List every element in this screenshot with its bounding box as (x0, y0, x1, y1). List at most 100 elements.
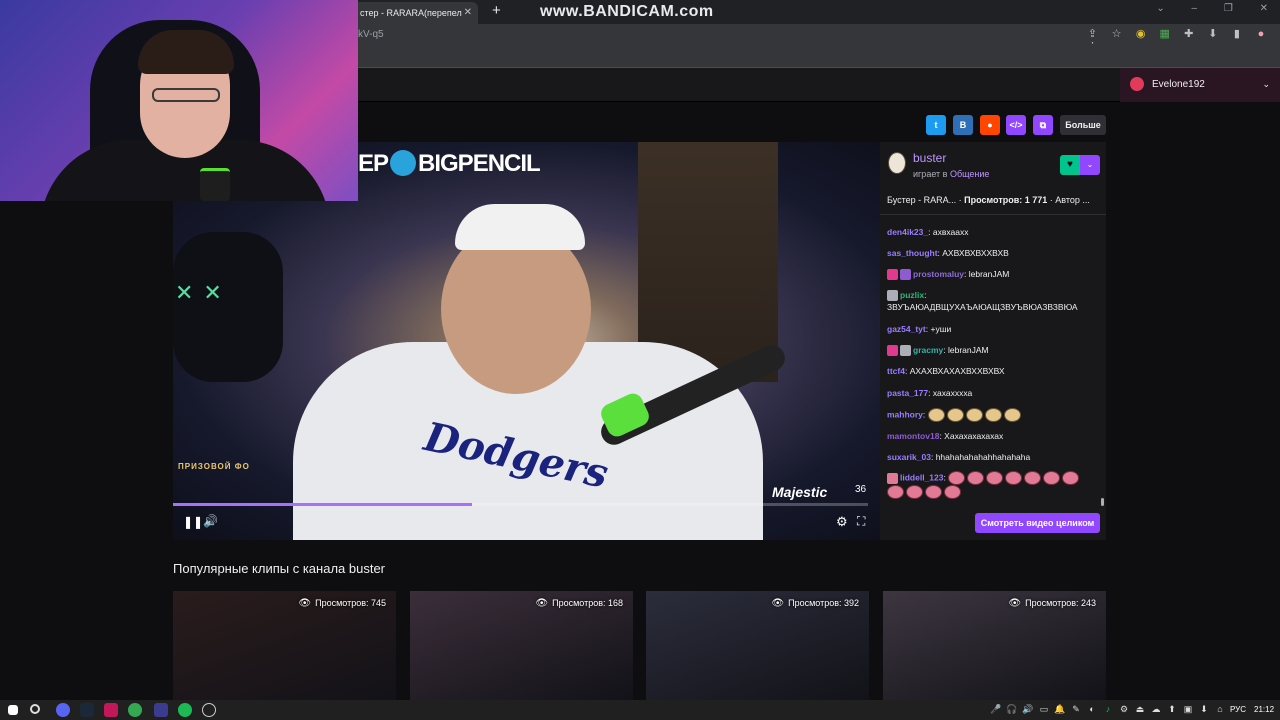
puzzle-extensions-icon[interactable]: ✚ (1178, 27, 1199, 40)
copy-link-button[interactable]: ⧉ (1033, 115, 1053, 135)
tray-icon[interactable]: 🔊 (1020, 704, 1036, 715)
channel-name[interactable]: buster (913, 151, 946, 165)
discord-icon[interactable] (56, 703, 70, 717)
reddit-share-button[interactable]: ● (980, 115, 1000, 135)
chat-scrollbar[interactable] (1101, 498, 1104, 506)
chat-badge-icon[interactable] (900, 269, 911, 281)
chat-emote[interactable] (965, 408, 983, 422)
chat-username[interactable]: sas_thought (887, 248, 938, 258)
taskbar-clock[interactable]: 21:12 (1254, 705, 1274, 714)
url-field[interactable]: kV-q5 (358, 29, 384, 40)
browser-tab[interactable]: стер - RARARA(перепел ✕ (352, 2, 478, 24)
chat-username[interactable]: gracmy (913, 345, 943, 355)
sidebar-icon[interactable]: ▮ (1226, 27, 1247, 40)
settings-gear-icon[interactable]: ⚙ (836, 514, 848, 530)
profile-avatar-icon[interactable]: ● (1250, 28, 1271, 40)
subscribe-dropdown-button[interactable]: ⌄ (1080, 155, 1100, 175)
chat-username[interactable]: pasta_177 (887, 388, 928, 398)
tray-icon[interactable]: ⏏ (1132, 704, 1148, 715)
chat-emote[interactable] (984, 408, 1002, 422)
chat-badge-icon[interactable] (900, 345, 911, 357)
tab-close-icon[interactable]: ✕ (464, 7, 472, 18)
chat-username[interactable]: suxarik_03 (887, 452, 931, 462)
chat-username[interactable]: mamontov18 (887, 431, 939, 441)
chat-username[interactable]: den4ik23_ (887, 227, 928, 237)
close-window-icon[interactable]: ✕ (1260, 3, 1268, 14)
chat-emote[interactable] (925, 485, 942, 499)
follow-heart-button[interactable]: ♥ (1060, 155, 1080, 175)
new-tab-button[interactable]: + (492, 2, 501, 19)
chat-emote[interactable] (1005, 471, 1023, 485)
bookmark-star-icon[interactable]: ☆ (1106, 27, 1127, 40)
app-icon[interactable] (104, 703, 118, 717)
download-icon[interactable]: ⬇ (1202, 27, 1223, 40)
chrome-icon[interactable] (128, 703, 142, 717)
chat-username[interactable]: ttcf4 (887, 366, 905, 376)
tray-icon[interactable]: ▣ (1180, 704, 1196, 715)
fullscreen-icon[interactable]: ⛶ (857, 514, 865, 529)
twitter-share-button[interactable]: t (926, 115, 946, 135)
steam-icon[interactable] (80, 703, 94, 717)
chat-badge-icon[interactable] (887, 345, 898, 357)
video-progress-bar[interactable] (173, 503, 868, 506)
tray-icon[interactable]: 🔔 (1052, 704, 1068, 715)
chat-emote[interactable] (887, 485, 904, 499)
chat-emote[interactable] (1003, 408, 1021, 422)
tray-icon[interactable]: ✎ (1068, 704, 1084, 715)
tray-icon[interactable]: ☁ (1148, 704, 1164, 715)
chat-username[interactable]: mahhory (887, 409, 923, 419)
user-menu[interactable]: Evelone192 ⌄ (1120, 68, 1280, 102)
obs-icon[interactable] (202, 703, 216, 717)
chat-username[interactable]: gaz54_tyt (887, 324, 926, 334)
tray-icon[interactable]: ⬇ (1196, 704, 1212, 715)
tray-icon[interactable]: ▭ (1036, 704, 1052, 715)
clip-card[interactable]: 👁 Просмотров: 745 (173, 591, 396, 701)
extension-icon[interactable]: ▦ (1154, 27, 1175, 40)
category-link[interactable]: Общение (950, 169, 989, 179)
chat-badge-icon[interactable] (887, 472, 898, 484)
minimize-icon[interactable]: – (1192, 3, 1198, 14)
video-player[interactable]: ✕✕ Dodgers (173, 142, 880, 540)
chat-username[interactable]: liddell_123 (900, 472, 943, 482)
vk-share-button[interactable]: B (953, 115, 973, 135)
share-page-icon[interactable]: ⇪ (1082, 27, 1103, 40)
channel-avatar[interactable] (888, 152, 906, 174)
chat-username[interactable]: prostomaluy (913, 269, 964, 279)
volume-icon[interactable]: 🔊 (203, 514, 218, 528)
tab-search-icon[interactable]: ⌄ (1156, 3, 1164, 14)
embed-code-button[interactable]: </> (1006, 115, 1026, 135)
clip-card[interactable]: 👁 Просмотров: 168 (410, 591, 633, 701)
chat-badge-icon[interactable] (887, 269, 898, 281)
bandicam-icon[interactable] (154, 703, 168, 717)
tray-icon[interactable]: ♪ (1100, 704, 1116, 714)
chat-emote[interactable] (1062, 471, 1080, 485)
chat-emote[interactable] (906, 485, 923, 499)
chat-emote[interactable] (1024, 471, 1042, 485)
tray-icon[interactable]: ⌂ (1212, 704, 1228, 714)
clip-card[interactable]: 👁 Просмотров: 243 (883, 591, 1106, 701)
chat-username[interactable]: puzlix (900, 290, 924, 300)
tray-icon[interactable]: 🎤 (988, 704, 1004, 715)
chat-badge-icon[interactable] (887, 290, 898, 302)
pause-button[interactable]: ❚❚ (183, 515, 203, 529)
spotify-icon[interactable] (178, 703, 192, 717)
chat-emote[interactable] (946, 408, 964, 422)
tray-icon[interactable]: ⬆ (1164, 704, 1180, 715)
chat-emote[interactable] (948, 471, 966, 485)
more-share-button[interactable]: Больше (1060, 115, 1106, 135)
tray-icon[interactable]: ◐ (1084, 704, 1100, 714)
tray-icon[interactable]: 🎧 (1004, 704, 1020, 715)
maximize-icon[interactable]: ❐ (1224, 3, 1233, 14)
watch-full-video-button[interactable]: Смотреть видео целиком (975, 513, 1100, 533)
search-icon[interactable] (30, 704, 40, 714)
windows-start-icon[interactable] (8, 705, 18, 715)
keyboard-language[interactable]: РУС (1230, 705, 1246, 714)
chat-emote[interactable] (927, 408, 945, 422)
chat-emote[interactable] (967, 471, 985, 485)
chat-emote[interactable] (944, 485, 961, 499)
chat-emote[interactable] (986, 471, 1004, 485)
tray-icon[interactable]: ⚙ (1116, 704, 1132, 715)
clip-card[interactable]: 👁 Просмотров: 392 (646, 591, 869, 701)
chat-emote[interactable] (1043, 471, 1061, 485)
extension-icon[interactable]: ◉ (1130, 27, 1151, 40)
